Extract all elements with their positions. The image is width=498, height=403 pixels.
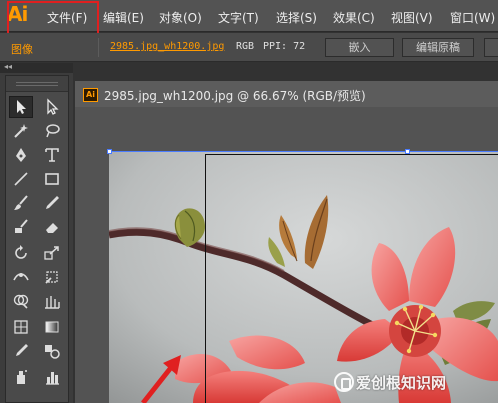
divider — [98, 38, 99, 57]
blend-tool-icon[interactable] — [40, 340, 64, 362]
free-transform-tool-icon[interactable] — [40, 266, 64, 288]
perspective-grid-tool-icon[interactable] — [40, 290, 64, 312]
ai-document-icon: Ai — [83, 88, 98, 102]
tools-dock: ◂◂ — [0, 62, 73, 403]
pencil-tool-icon[interactable] — [40, 192, 64, 214]
magic-wand-tool-icon[interactable] — [9, 120, 33, 142]
paintbrush-tool-icon[interactable] — [9, 192, 33, 214]
document-tab-bar: Ai 2985.jpg_wh1200.jpg @ 66.67% (RGB/预览) — [75, 81, 498, 107]
menu-bar: Ai 文件(F) 编辑(E) 对象(O) 文字(T) 选择(S) 效果(C) 视… — [0, 0, 498, 36]
embed-button[interactable]: 嵌入 — [325, 38, 394, 57]
shape-builder-tool-icon[interactable] — [9, 290, 33, 312]
document-title: 2985.jpg_wh1200.jpg @ 66.67% (RGB/预览) — [104, 89, 366, 103]
column-graph-tool-icon[interactable] — [40, 366, 64, 388]
watermark-text: 爱创根知识网 — [356, 374, 447, 392]
placed-photo[interactable] — [109, 151, 498, 403]
menu-type[interactable]: 文字(T) — [218, 9, 259, 26]
ppi-label: PPI: 72 — [263, 41, 306, 52]
rotate-tool-icon[interactable] — [9, 242, 33, 264]
menu-edit[interactable]: 编辑(E) — [103, 9, 144, 26]
symbol-sprayer-tool-icon[interactable] — [9, 366, 33, 388]
mesh-tool-icon[interactable] — [9, 316, 33, 338]
edit-original-button[interactable]: 编辑原稿 — [402, 38, 474, 57]
selection-handle-top-left[interactable] — [107, 149, 112, 154]
rectangle-tool-icon[interactable] — [40, 168, 64, 190]
line-segment-tool-icon[interactable] — [9, 168, 33, 190]
blob-brush-tool-icon[interactable] — [9, 216, 33, 238]
eyedropper-tool-icon[interactable] — [9, 340, 33, 362]
type-tool-icon[interactable] — [40, 144, 64, 166]
canvas-area[interactable] — [75, 107, 498, 403]
selection-tool-icon[interactable] — [9, 96, 33, 118]
menu-select[interactable]: 选择(S) — [276, 9, 317, 26]
menu-view[interactable]: 视图(V) — [391, 9, 433, 26]
more-options-button[interactable] — [484, 38, 498, 57]
pen-tool-icon[interactable] — [9, 144, 33, 166]
illustrator-window: Ai 文件(F) 编辑(E) 对象(O) 文字(T) 选择(S) 效果(C) 视… — [0, 0, 498, 403]
object-type-label: 图像 — [11, 43, 33, 56]
menu-effect[interactable]: 效果(C) — [333, 9, 375, 26]
highlight-annotation-box — [7, 1, 99, 36]
color-mode-label: RGB — [236, 41, 255, 52]
artboard-edge-top — [205, 154, 498, 155]
direct-selection-tool-icon[interactable] — [40, 96, 64, 118]
control-bar: 图像 2985.jpg_wh1200.jpg RGB PPI: 72 嵌入 编辑… — [0, 33, 498, 62]
tools-panel — [5, 75, 69, 403]
tools-dock-header[interactable]: ◂◂ — [0, 62, 73, 73]
linked-file-name[interactable]: 2985.jpg_wh1200.jpg — [110, 41, 224, 52]
tools-panel-grip[interactable] — [6, 76, 68, 92]
menu-object[interactable]: 对象(O) — [159, 9, 202, 26]
eraser-tool-icon[interactable] — [40, 216, 64, 238]
menu-window[interactable]: 窗口(W) — [450, 9, 495, 26]
selection-bounding-edge — [109, 151, 498, 152]
lasso-tool-icon[interactable] — [40, 120, 64, 142]
watermark-logo-icon — [334, 372, 354, 392]
artboard-edge-left — [205, 154, 206, 403]
document-tab[interactable]: Ai 2985.jpg_wh1200.jpg @ 66.67% (RGB/预览) — [75, 81, 498, 107]
scale-tool-icon[interactable] — [40, 242, 64, 264]
width-tool-icon[interactable] — [9, 266, 33, 288]
gradient-tool-icon[interactable] — [40, 316, 64, 338]
collapse-icon[interactable]: ◂◂ — [4, 62, 12, 71]
